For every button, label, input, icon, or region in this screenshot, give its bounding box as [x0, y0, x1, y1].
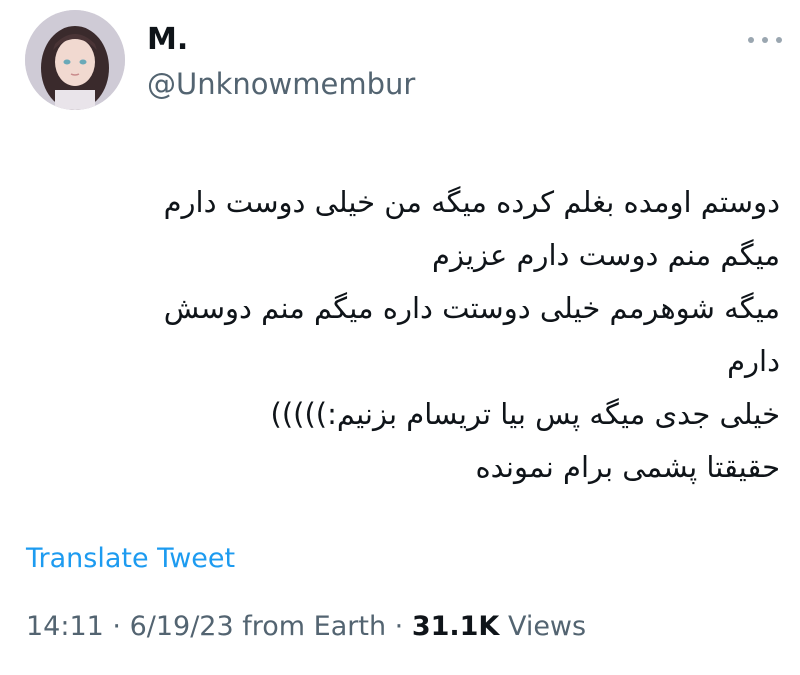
- meta-separator: ·: [386, 611, 412, 642]
- more-dot: [748, 37, 754, 43]
- meta-separator: ·: [103, 611, 130, 642]
- views-label: Views: [499, 611, 587, 642]
- tweet-time[interactable]: 14:11: [26, 611, 104, 642]
- author-name[interactable]: M.: [147, 22, 188, 58]
- tweet-date[interactable]: 6/19/23: [130, 611, 234, 642]
- tweet-line: میگه شوهرمم خیلی دوستت داره میگم منم دوس…: [163, 291, 780, 325]
- more-options-icon[interactable]: [748, 30, 782, 50]
- tweet-meta: 14:11 · 6/19/23 from Earth · 31.1K Views: [26, 609, 586, 645]
- tweet-text: دوستم اومده بغلم کرده میگه من خیلی دوست …: [20, 176, 780, 494]
- views-count[interactable]: 31.1K: [412, 611, 500, 642]
- tweet-line: دوستم اومده بغلم کرده میگه من خیلی دوست …: [163, 185, 780, 219]
- tweet-card: M. @Unknowmembur دوستم اومده بغلم کرده م…: [0, 0, 800, 675]
- tweet-line: حقیقتا پشمی برام نمونده: [475, 450, 780, 484]
- avatar[interactable]: [25, 10, 125, 110]
- tweet-line: دارم: [727, 344, 780, 378]
- avatar-image: [25, 10, 125, 110]
- tweet-line: خیلی جدی میگه پس بیا تریسام بزنیم:))))): [270, 397, 781, 431]
- translate-tweet-link[interactable]: Translate Tweet: [26, 541, 235, 577]
- more-dot: [776, 37, 782, 43]
- tweet-source: from Earth: [233, 611, 387, 642]
- author-handle[interactable]: @Unknowmembur: [147, 66, 415, 102]
- tweet-line: میگم منم دوست دارم عزیزم: [431, 238, 780, 272]
- more-dot: [762, 37, 768, 43]
